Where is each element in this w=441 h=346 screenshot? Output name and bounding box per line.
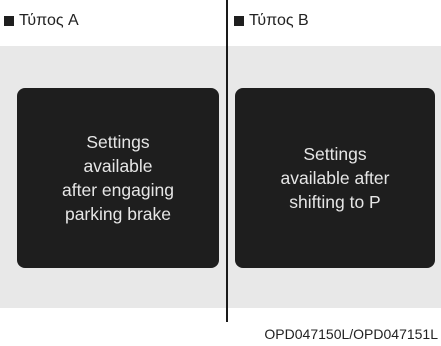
type-label: Τύπος A: [19, 12, 79, 29]
panel-type-a: Τύπος A Settings available after engagin…: [0, 0, 226, 308]
panel-header: Τύπος B: [228, 0, 441, 46]
panel-type-b: Τύπος B Settings available after shiftin…: [228, 0, 441, 308]
header-label-group: Τύπος B: [234, 12, 309, 30]
cluster-display: Settings available after shifting to P: [235, 88, 435, 268]
display-message: Settings available after engaging parkin…: [62, 132, 174, 224]
square-bullet-icon: [234, 16, 244, 26]
cluster-display: Settings available after engaging parkin…: [17, 88, 219, 268]
header-label-group: Τύπος A: [4, 12, 79, 30]
figure-code: OPD047150L/OPD047151L: [264, 326, 438, 342]
display-message: Settings available after shifting to P: [280, 144, 390, 212]
type-label: Τύπος B: [249, 12, 309, 29]
panel-header: Τύπος A: [0, 0, 226, 46]
square-bullet-icon: [4, 16, 14, 26]
